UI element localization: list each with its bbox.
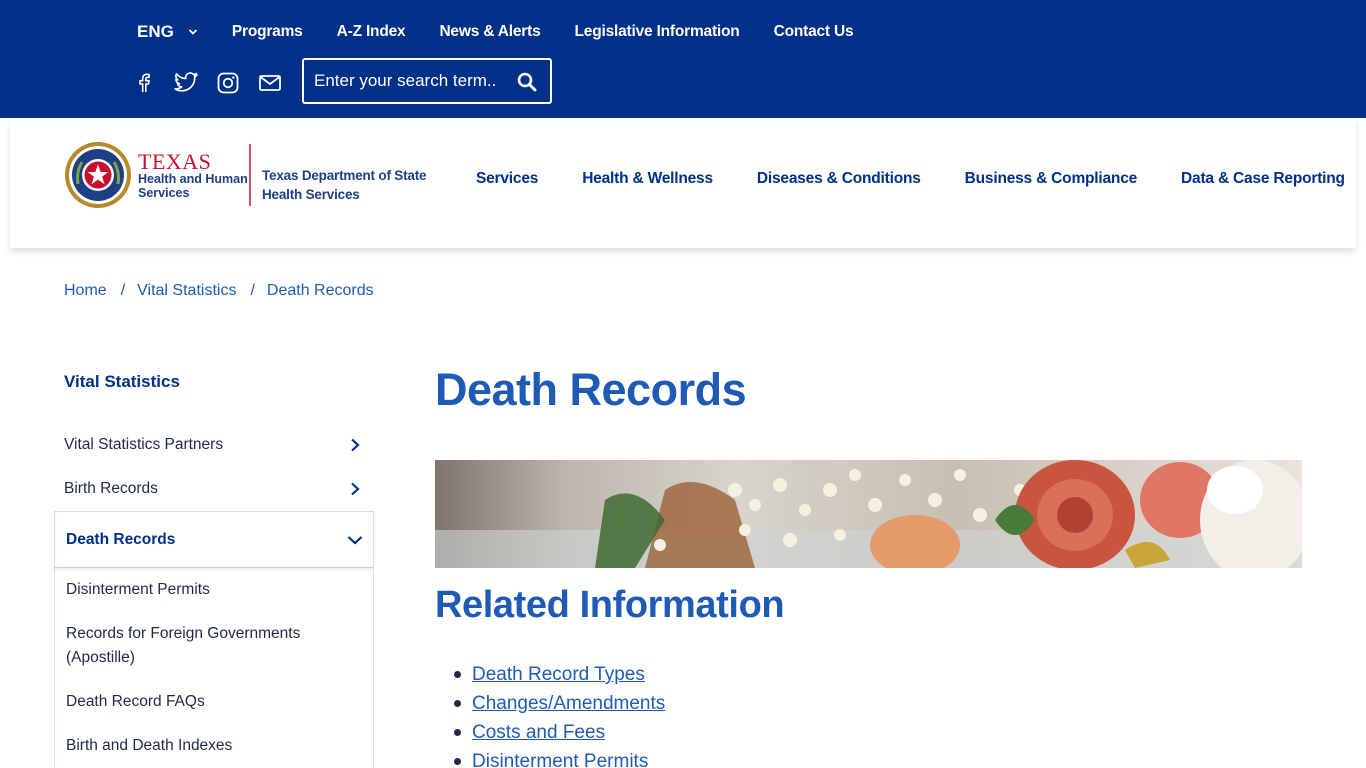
banner-image <box>435 460 1302 568</box>
sidebar-subitem-disinterment-permits[interactable]: Disinterment Permits <box>66 578 356 602</box>
site-header: TEXAS Health and Human Services Texas De… <box>10 118 1356 248</box>
sidebar-item-label: Vital Statistics Partners <box>64 436 224 453</box>
nav-services[interactable]: Services <box>476 170 538 188</box>
list-item: Death Record Types <box>453 660 665 689</box>
chevron-right-icon[interactable] <box>348 482 362 496</box>
sidebar-title[interactable]: Vital Statistics <box>64 372 180 392</box>
sidebar-item-label: Death Records <box>66 530 176 548</box>
dshs-line-1: Texas Department of State <box>262 168 427 183</box>
utility-link-news-alerts[interactable]: News & Alerts <box>439 23 540 41</box>
hhs-subtitle-2: Services <box>138 186 190 200</box>
chevron-down-icon <box>188 29 197 35</box>
nav-diseases-conditions[interactable]: Diseases & Conditions <box>757 170 921 188</box>
breadcrumb: Home / Vital Statistics / Death Records <box>64 282 374 300</box>
breadcrumb-separator: / <box>250 282 255 299</box>
hhs-wordmark: TEXAS Health and Human Services <box>138 149 248 201</box>
breadcrumb-separator: / <box>120 282 126 299</box>
page-title: Death Records <box>435 364 747 415</box>
utility-link-legislative[interactable]: Legislative Information <box>575 23 740 41</box>
sidebar-subitem-death-record-faqs[interactable]: Death Record FAQs <box>66 690 356 714</box>
language-label: ENG <box>137 22 174 41</box>
breadcrumb-vital-statistics[interactable]: Vital Statistics <box>137 282 236 300</box>
utility-nav: ENG Programs A-Z Index News & Alerts Leg… <box>137 20 887 44</box>
language-selector[interactable]: ENG <box>137 22 198 42</box>
sidebar-item-death-records[interactable]: Death Records <box>54 511 374 568</box>
utility-bar: ENG Programs A-Z Index News & Alerts Leg… <box>0 0 1366 118</box>
social-links <box>131 70 299 96</box>
sidebar-item-vital-statistics-partners[interactable]: Vital Statistics Partners <box>64 436 364 454</box>
list-item: Costs and Fees <box>453 718 665 747</box>
email-icon[interactable] <box>257 70 283 96</box>
flower-banner-icon <box>435 460 1302 568</box>
sidebar-subitem-foreign-governments[interactable]: Records for Foreign Governments (Apostil… <box>66 622 356 670</box>
list-item: Changes/Amendments <box>453 689 665 718</box>
sidebar-subitem-birth-death-indexes[interactable]: Birth and Death Indexes <box>66 734 356 758</box>
hhs-subtitle-1: Health and Human <box>138 172 248 186</box>
utility-link-az-index[interactable]: A-Z Index <box>337 23 406 41</box>
nav-data-case-reporting[interactable]: Data & Case Reporting <box>1181 170 1345 188</box>
facebook-icon[interactable] <box>131 70 157 96</box>
main-nav: Services Health & Wellness Diseases & Co… <box>476 170 1345 188</box>
dshs-line-2: Health Services <box>262 187 360 202</box>
nav-business-compliance[interactable]: Business & Compliance <box>965 170 1138 188</box>
sidebar-submenu: Disinterment Permits Records for Foreign… <box>54 568 374 768</box>
nav-health-wellness[interactable]: Health & Wellness <box>582 170 713 188</box>
section-title-related-information: Related Information <box>435 584 785 626</box>
breadcrumb-death-records[interactable]: Death Records <box>267 282 374 300</box>
link-changes-amendments[interactable]: Changes/Amendments <box>472 693 665 714</box>
chevron-down-icon[interactable] <box>347 532 363 548</box>
related-links-list: Death Record Types Changes/Amendments Co… <box>453 660 665 768</box>
link-costs-and-fees[interactable]: Costs and Fees <box>472 722 605 743</box>
search-icon[interactable] <box>516 71 538 93</box>
sidebar-item-label: Birth Records <box>64 480 158 497</box>
dshs-wordmark: Texas Department of State Health Service… <box>262 166 427 204</box>
search-box <box>302 58 552 104</box>
utility-link-programs[interactable]: Programs <box>232 23 303 41</box>
link-disinterment-permits[interactable]: Disinterment Permits <box>472 751 648 768</box>
breadcrumb-home[interactable]: Home <box>64 282 107 300</box>
utility-link-contact[interactable]: Contact Us <box>774 23 854 41</box>
hhs-title: TEXAS <box>138 149 212 174</box>
list-item: Disinterment Permits <box>453 747 665 768</box>
link-death-record-types[interactable]: Death Record Types <box>472 664 645 685</box>
twitter-icon[interactable] <box>173 70 199 96</box>
sidebar-item-birth-records[interactable]: Birth Records <box>64 480 364 498</box>
instagram-icon[interactable] <box>215 70 241 96</box>
search-input[interactable] <box>314 71 514 91</box>
chevron-right-icon[interactable] <box>348 438 362 452</box>
